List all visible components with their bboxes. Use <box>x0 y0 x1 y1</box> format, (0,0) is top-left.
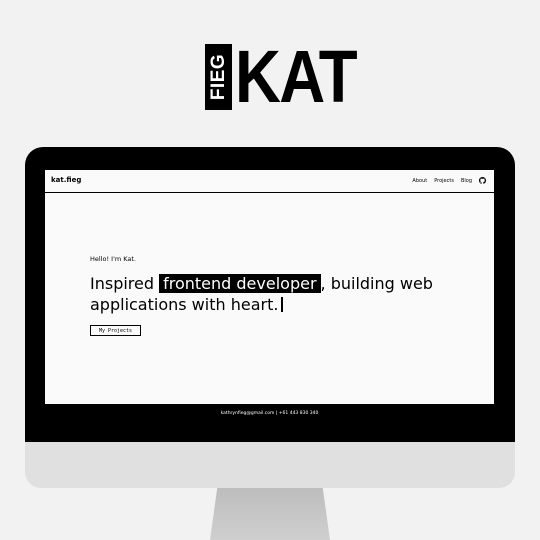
my-projects-button[interactable]: My Projects <box>90 325 141 336</box>
github-icon[interactable] <box>479 177 486 184</box>
nav-link-blog[interactable]: Blog <box>461 178 472 184</box>
site-brand[interactable]: kat.fieg <box>51 176 81 184</box>
brand-logo: FIEG KAT <box>205 35 376 118</box>
hero-greeting: Hello! I'm Kat. <box>90 255 136 263</box>
nav-links: About Projects Blog <box>412 177 486 184</box>
hero-title: Inspired frontend developer, building we… <box>90 273 470 315</box>
logo-main-text: KAT <box>235 35 358 118</box>
footer: kathrynfieg@gmail.com | +61 443 830 340 <box>45 404 494 422</box>
footer-contact: kathrynfieg@gmail.com | +61 443 830 340 <box>220 410 319 416</box>
nav-link-about[interactable]: About <box>412 178 427 184</box>
hero-title-before: Inspired <box>90 274 160 293</box>
text-caret <box>281 297 283 312</box>
monitor-chin <box>25 442 515 488</box>
logo-badge: FIEG <box>205 44 232 110</box>
nav-link-projects[interactable]: Projects <box>434 178 454 184</box>
website-screen: kat.fieg About Projects Blog Hello! I'm … <box>45 170 494 422</box>
navbar: kat.fieg About Projects Blog <box>45 170 494 193</box>
monitor-stand <box>210 488 330 540</box>
logo-side-text: FIEG <box>207 53 229 101</box>
hero-title-highlight: frontend developer <box>159 274 321 293</box>
